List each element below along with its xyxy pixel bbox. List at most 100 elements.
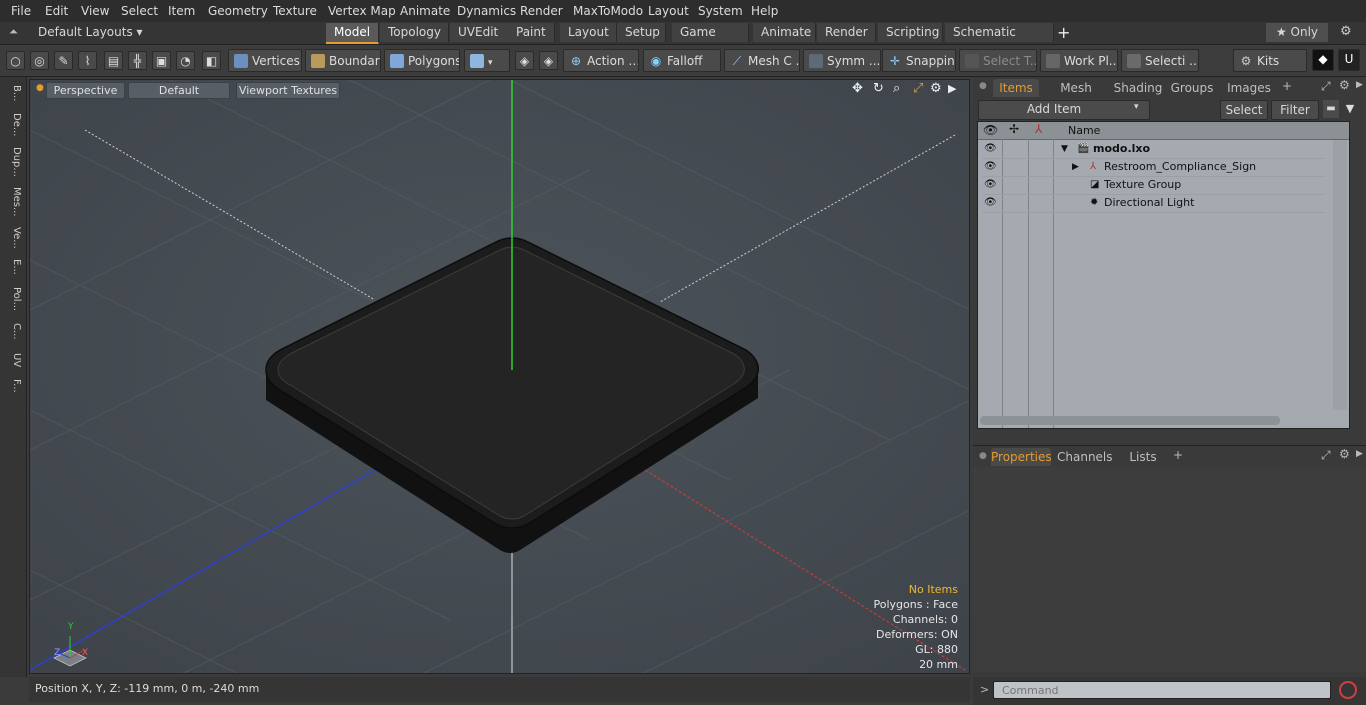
work-plane-button[interactable]: Work Pl... [1040, 49, 1118, 72]
gear-icon[interactable]: ⚙ [1340, 24, 1352, 39]
tab-properties[interactable]: Properties [991, 448, 1052, 466]
record-icon[interactable] [1339, 681, 1357, 699]
pan-icon[interactable]: ✥ [852, 81, 863, 96]
props-arrow-icon[interactable]: ▶ [1356, 449, 1363, 459]
menu-help[interactable]: Help [751, 4, 778, 18]
list-item[interactable]: 👁 ▶ ⅄ Restroom_Compliance_Sign [982, 158, 1325, 177]
tab-animate[interactable]: Animate [753, 23, 816, 42]
menu-file[interactable]: File [11, 4, 31, 18]
funnel-icon[interactable]: ▼ [1342, 100, 1358, 118]
menu-system[interactable]: System [698, 4, 743, 18]
filter-button[interactable]: Filter [1271, 100, 1319, 120]
props-expand-icon[interactable]: ⤢ [1321, 448, 1331, 463]
menu-render[interactable]: Render [520, 4, 563, 18]
tab-uvedit[interactable]: UVEdit [450, 23, 509, 42]
tab-render[interactable]: Render [817, 23, 876, 42]
list-item[interactable]: 👁 ◪ Texture Group [982, 176, 1325, 195]
add-props-tab-icon[interactable]: + [1173, 448, 1183, 462]
left-tab-polygon[interactable]: Pol... [4, 287, 22, 311]
vertices-button[interactable]: Vertices [228, 49, 302, 72]
vertical-scrollbar[interactable] [1333, 140, 1347, 410]
action-button[interactable]: ⊕ Action … [563, 49, 639, 72]
panel-dot-icon[interactable]: ● [979, 81, 987, 91]
item-mode-button[interactable]: ▾ [464, 49, 510, 72]
tab-game-tools[interactable]: Game Tools [672, 23, 749, 58]
tab-groups[interactable]: Groups [1169, 79, 1215, 97]
left-tab-edge[interactable]: E... [4, 259, 22, 275]
pen-icon[interactable]: ✎ [54, 51, 73, 70]
menu-texture[interactable]: Texture [273, 4, 317, 18]
horizontal-scrollbar[interactable] [980, 416, 1280, 425]
items-list[interactable]: 👁 ✢ ⅄ Name 👁 ▼ 🎬 modo.lxo 👁 ▶ ⅄ Restroom… [977, 121, 1350, 429]
tab-mesh-ops[interactable]: Mesh Ops [1047, 79, 1105, 113]
menu-maxtomodo[interactable]: MaxToModo [573, 4, 643, 18]
3d-viewport[interactable]: Y X Z ● Perspective Default Viewport Tex… [29, 79, 970, 674]
view-type-button[interactable]: Perspective [46, 82, 125, 99]
left-tab-curve[interactable]: C... [4, 323, 22, 340]
boundary-button[interactable]: Boundary [305, 49, 381, 72]
only-toggle[interactable]: ★ Only [1266, 23, 1328, 42]
menu-item[interactable]: Item [168, 4, 195, 18]
command-input[interactable] [993, 681, 1331, 699]
menu-select[interactable]: Select [121, 4, 158, 18]
add-panel-tab-icon[interactable]: + [1282, 79, 1292, 93]
eye-icon[interactable]: 👁 [984, 158, 997, 176]
left-tab-basic[interactable]: B... [4, 85, 22, 101]
select-button[interactable]: Select [1220, 100, 1268, 120]
expand-triangle-icon[interactable]: ▼ [1061, 140, 1068, 158]
snapping-button[interactable]: ✛Snapping [882, 49, 956, 72]
items-gear-icon[interactable]: ⚙ [1339, 78, 1350, 92]
left-tab-deform[interactable]: De... [4, 113, 22, 136]
snap-grid-icon[interactable]: ╬ [128, 51, 147, 70]
menu-layout[interactable]: Layout [648, 4, 689, 18]
tab-schematic-fusion[interactable]: Schematic Fusion [945, 23, 1054, 58]
viewport-arrow-icon[interactable]: ▶ [948, 82, 956, 95]
add-tab-icon[interactable]: + [1057, 23, 1070, 42]
shading-button[interactable]: Default [128, 82, 230, 99]
left-tab-fusion[interactable]: F... [4, 379, 22, 393]
list-item[interactable]: 👁 ▼ 🎬 modo.lxo [982, 140, 1325, 159]
tab-scripting[interactable]: Scripting [878, 23, 943, 42]
tab-layout[interactable]: Layout [560, 23, 617, 42]
brush-icon[interactable]: ⌇ [78, 51, 97, 70]
maximize-icon[interactable]: ⤢ [913, 81, 923, 96]
collapse-icon[interactable]: ▬ [1323, 100, 1339, 118]
selection-sets-button[interactable]: Selecti ... [1121, 49, 1199, 72]
tab-items[interactable]: Items [993, 79, 1039, 97]
viewport-dot-icon[interactable]: ● [36, 83, 44, 93]
constraint2-icon[interactable]: ◈ [539, 51, 558, 70]
unreal-icon[interactable]: U [1338, 49, 1360, 71]
tab-setup[interactable]: Setup [617, 23, 666, 42]
kits-button[interactable]: ⚙ Kits [1233, 49, 1307, 72]
menu-dynamics[interactable]: Dynamics [457, 4, 516, 18]
collapsed-triangle-icon[interactable]: ▶ [1072, 158, 1079, 176]
tab-lists[interactable]: Lists [1123, 448, 1163, 466]
align-icon[interactable]: ▤ [104, 51, 123, 70]
tab-model[interactable]: Model [326, 23, 379, 44]
menu-vertex-map[interactable]: Vertex Map [328, 4, 396, 18]
layout-up-icon[interactable]: ⏶ [9, 25, 18, 39]
layout-selector[interactable]: Default Layouts ▾ [38, 25, 143, 39]
eye-icon[interactable]: 👁 [984, 176, 997, 194]
menu-animate[interactable]: Animate [400, 4, 450, 18]
tab-paint[interactable]: Paint [508, 23, 555, 42]
list-item[interactable]: 👁 ✹ Directional Light [982, 194, 1325, 213]
select-circle-icon[interactable]: ○ [6, 51, 25, 70]
rotate-icon[interactable]: ↻ [873, 81, 884, 96]
items-arrow-icon[interactable]: ▶ [1356, 80, 1363, 90]
menu-geometry[interactable]: Geometry [208, 4, 268, 18]
tab-shading[interactable]: Shading [1111, 79, 1165, 97]
menu-view[interactable]: View [81, 4, 109, 18]
menu-edit[interactable]: Edit [45, 4, 68, 18]
symmetry-button[interactable]: Symm ... [803, 49, 881, 72]
center-icon[interactable]: ▣ [152, 51, 171, 70]
falloff-button[interactable]: ◉ Falloff [643, 49, 721, 72]
tab-channels[interactable]: Channels [1057, 448, 1113, 466]
polygons-button[interactable]: Polygons [384, 49, 460, 72]
tab-images[interactable]: Images [1223, 79, 1275, 97]
tab-topology[interactable]: Topology [380, 23, 449, 42]
zoom-icon[interactable]: ⌕ [893, 81, 900, 96]
props-gear-icon[interactable]: ⚙ [1339, 447, 1350, 461]
eye-icon[interactable]: 👁 [984, 194, 997, 212]
left-tab-mesh-edit[interactable]: Mes... [4, 187, 22, 217]
